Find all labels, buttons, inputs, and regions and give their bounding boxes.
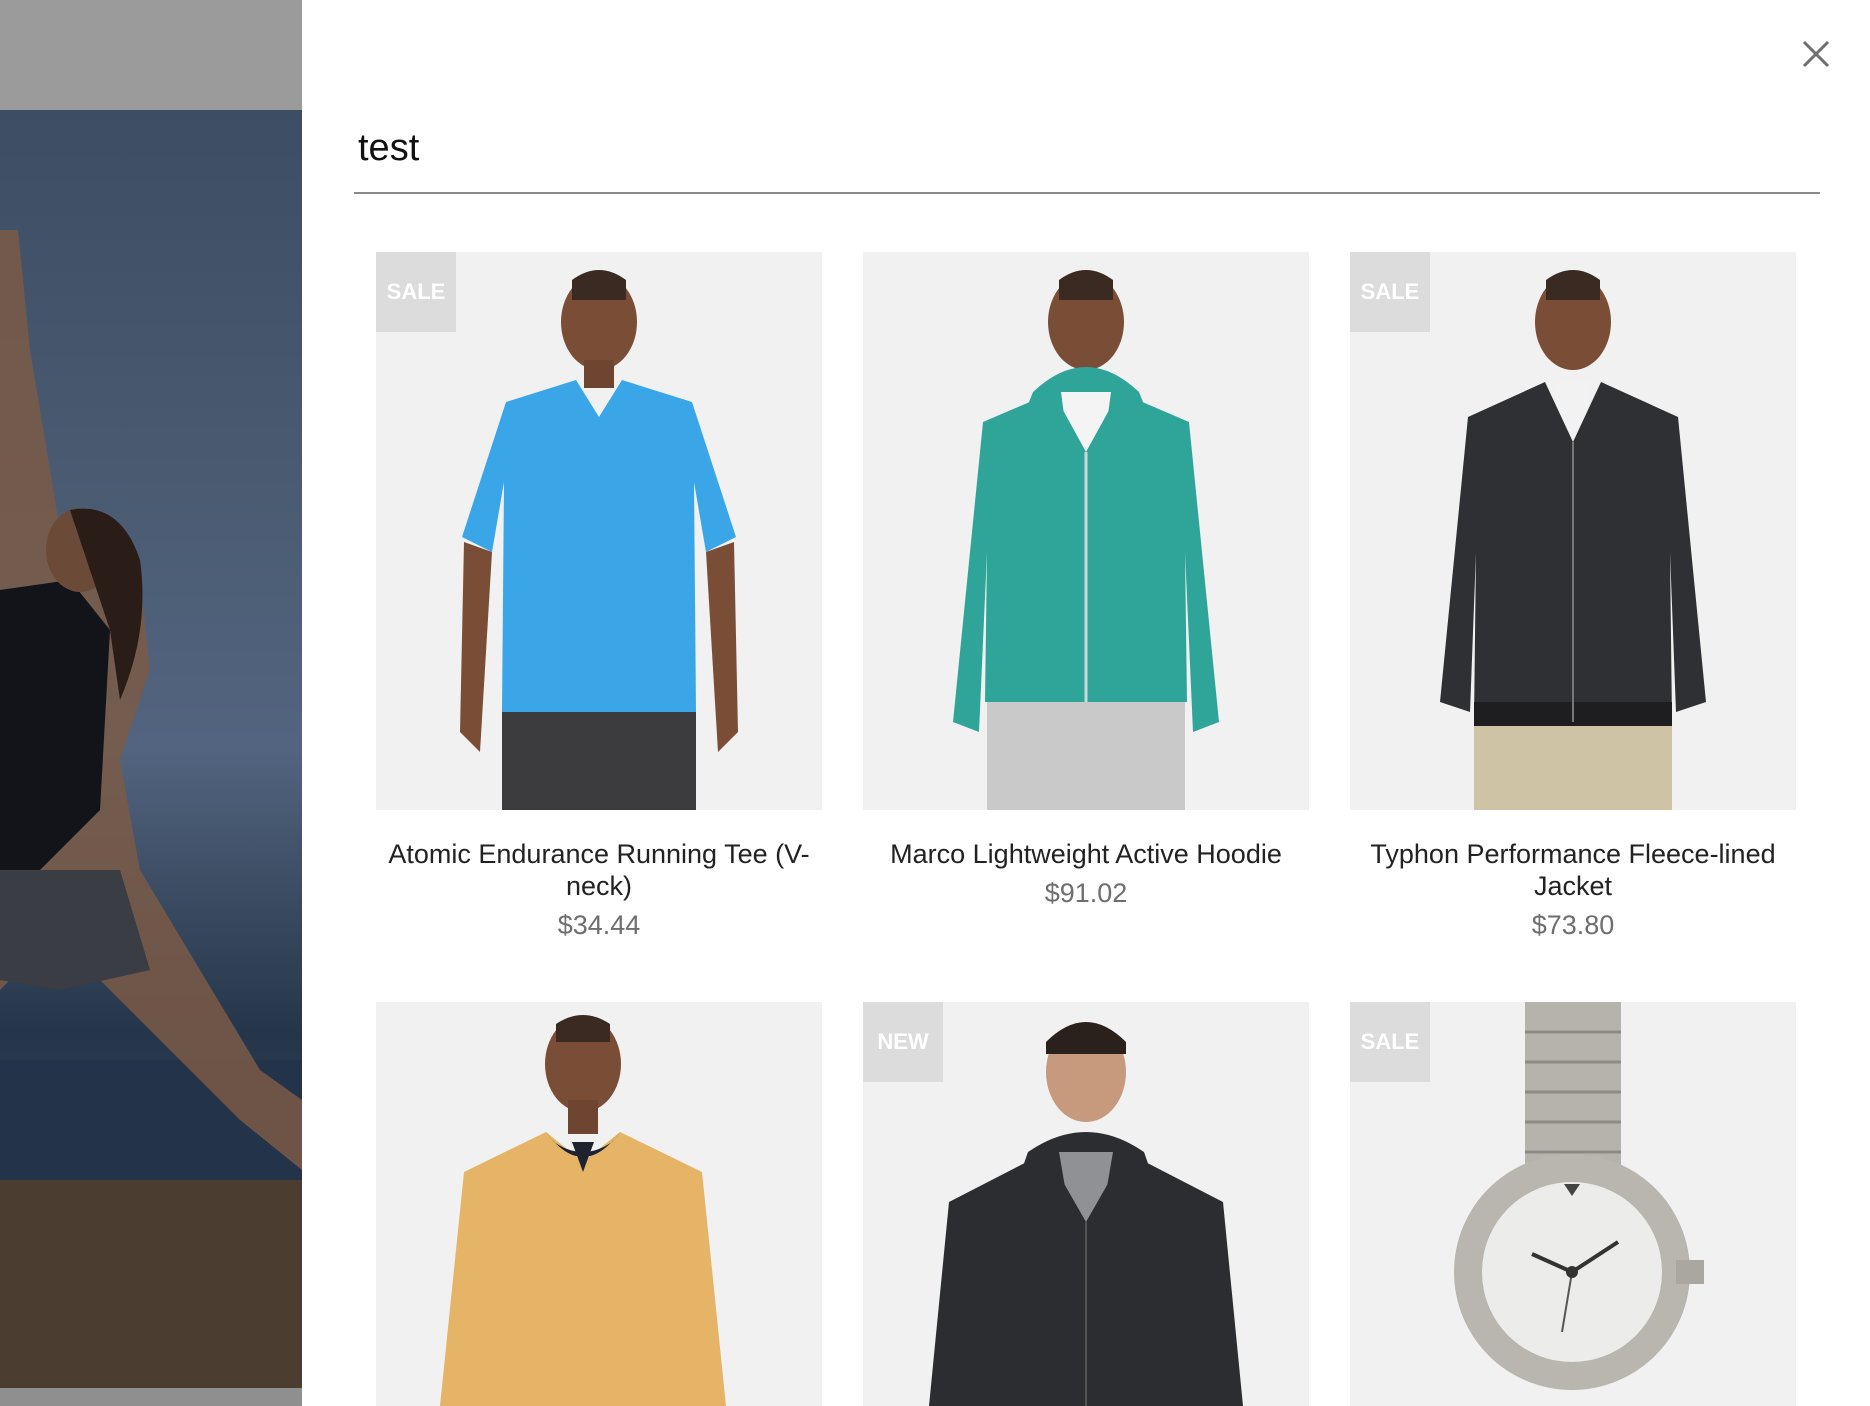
background-hero-image bbox=[0, 110, 302, 1388]
sale-badge: SALE bbox=[1350, 252, 1430, 332]
product-image[interactable] bbox=[376, 1002, 822, 1406]
product-name[interactable]: Atomic Endurance Running Tee (V-neck) bbox=[376, 838, 822, 902]
close-icon bbox=[1802, 40, 1830, 68]
product-price: $73.80 bbox=[1531, 910, 1615, 940]
search-field bbox=[354, 118, 1828, 194]
product-name[interactable]: Marco Lightweight Active Hoodie bbox=[863, 838, 1309, 870]
background-page bbox=[0, 0, 302, 1406]
product-card[interactable]: NEW bbox=[863, 1002, 1309, 1406]
product-card[interactable]: SALE Atomic Endurance Running Tee (V-nec… bbox=[376, 252, 822, 941]
product-image[interactable] bbox=[863, 252, 1309, 810]
product-name[interactable]: Typhon Performance Fleece-lined Jacket bbox=[1350, 838, 1796, 902]
product-image[interactable]: SALE bbox=[1350, 1002, 1796, 1406]
teal-hoodie-image bbox=[953, 270, 1219, 810]
new-badge: NEW bbox=[863, 1002, 943, 1082]
background-header bbox=[0, 0, 302, 110]
product-price: $34.44 bbox=[557, 910, 641, 940]
product-price: $91.02 bbox=[1044, 878, 1128, 908]
sale-badge: SALE bbox=[376, 252, 456, 332]
close-button[interactable] bbox=[1798, 36, 1834, 72]
background-footer bbox=[0, 1388, 302, 1406]
black-jacket-image bbox=[1440, 270, 1706, 810]
blue-tee-image bbox=[460, 270, 738, 810]
search-input[interactable] bbox=[354, 118, 1828, 178]
mustard-sweatshirt-image bbox=[440, 1015, 726, 1406]
product-card[interactable]: SALE Typhon Performance Fleece-lined Jac… bbox=[1350, 252, 1796, 941]
product-card[interactable] bbox=[376, 1002, 822, 1406]
sale-badge: SALE bbox=[1350, 1002, 1430, 1082]
product-card[interactable]: Marco Lightweight Active Hoodie $91.02 bbox=[863, 252, 1309, 909]
product-card[interactable]: SALE bbox=[1350, 1002, 1796, 1406]
product-image[interactable]: NEW bbox=[863, 1002, 1309, 1406]
product-image[interactable]: SALE bbox=[1350, 252, 1796, 810]
search-overlay: SALE Atomic Endurance Running Tee (V-nec… bbox=[302, 0, 1870, 1406]
product-image[interactable]: SALE bbox=[376, 252, 822, 810]
